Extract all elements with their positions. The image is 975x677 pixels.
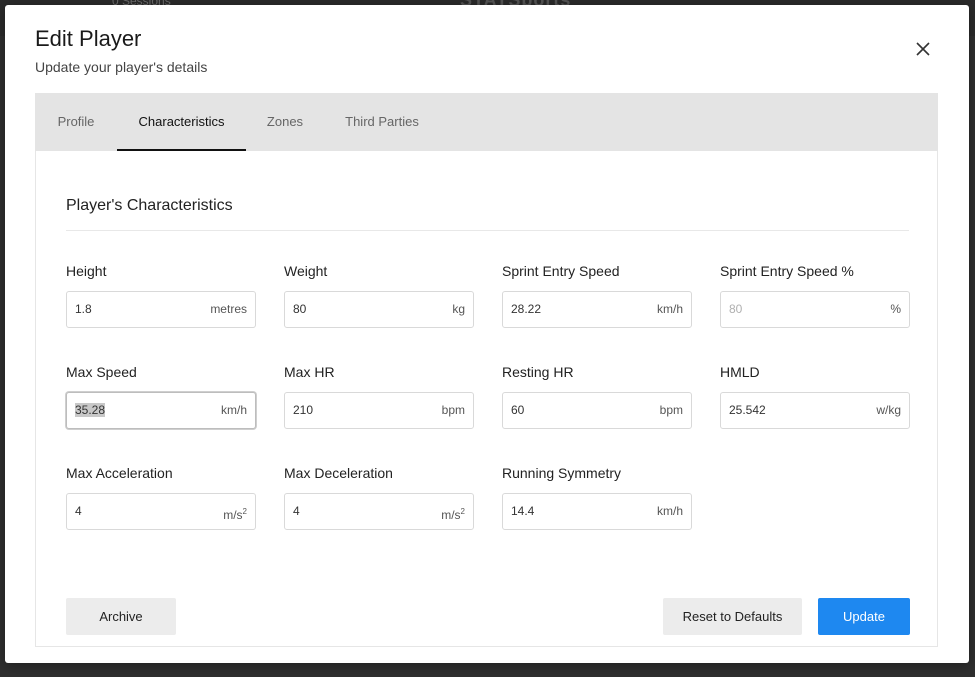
- sprint-entry-speed-label: Sprint Entry Speed: [502, 263, 620, 279]
- max-speed-input-box[interactable]: 35.28 km/h: [66, 392, 256, 429]
- max-acceleration-field: Max Acceleration 4 m/s2: [66, 465, 256, 530]
- resting-hr-input-box[interactable]: 60 bpm: [502, 392, 692, 429]
- edit-player-modal: Edit Player Update your player's details…: [5, 5, 969, 663]
- height-field: Height 1.8 metres: [66, 263, 256, 328]
- weight-input[interactable]: 80: [293, 292, 413, 327]
- max-acceleration-unit-exponent: 2: [242, 507, 247, 516]
- max-deceleration-label: Max Deceleration: [284, 465, 393, 481]
- max-deceleration-unit: m/s2: [441, 494, 465, 529]
- hmld-unit: w/kg: [876, 403, 901, 417]
- sprint-entry-speed-pct-label: Sprint Entry Speed %: [720, 263, 854, 279]
- weight-field: Weight 80 kg: [284, 263, 474, 328]
- tab-profile[interactable]: Profile: [45, 93, 107, 151]
- tab-bar: Profile Characteristics Zones Third Part…: [35, 93, 938, 151]
- sprint-entry-speed-pct-input[interactable]: 80: [729, 292, 849, 327]
- hmld-input[interactable]: 25.542: [729, 393, 849, 428]
- max-acceleration-label: Max Acceleration: [66, 465, 173, 481]
- height-label: Height: [66, 263, 107, 279]
- sprint-entry-speed-input[interactable]: 28.22: [511, 292, 631, 327]
- tab-characteristics[interactable]: Characteristics: [117, 93, 246, 151]
- hmld-input-box[interactable]: 25.542 w/kg: [720, 392, 910, 429]
- hmld-label: HMLD: [720, 364, 760, 380]
- section-divider: [66, 230, 909, 231]
- max-speed-selected-text: 35.28: [75, 403, 106, 417]
- max-deceleration-input[interactable]: 4: [293, 494, 413, 529]
- close-icon: [916, 42, 930, 56]
- max-speed-label: Max Speed: [66, 364, 137, 380]
- running-symmetry-field: Running Symmetry 14.4 km/h: [502, 465, 692, 530]
- resting-hr-input[interactable]: 60: [511, 393, 631, 428]
- tab-third-parties[interactable]: Third Parties: [334, 93, 430, 151]
- max-hr-input-box[interactable]: 210 bpm: [284, 392, 474, 429]
- weight-unit: kg: [452, 302, 465, 316]
- modal-subtitle: Update your player's details: [35, 59, 208, 75]
- running-symmetry-label: Running Symmetry: [502, 465, 622, 481]
- running-symmetry-input[interactable]: 14.4: [511, 494, 631, 529]
- max-deceleration-field: Max Deceleration 4 m/s2: [284, 465, 474, 530]
- height-input-box[interactable]: 1.8 metres: [66, 291, 256, 328]
- max-speed-field: Max Speed 35.28 km/h: [66, 364, 256, 429]
- max-hr-label: Max HR: [284, 364, 335, 380]
- weight-label: Weight: [284, 263, 328, 279]
- resting-hr-field: Resting HR 60 bpm: [502, 364, 692, 429]
- max-hr-field: Max HR 210 bpm: [284, 364, 474, 429]
- max-speed-unit: km/h: [220, 403, 247, 417]
- resting-hr-unit: bpm: [659, 403, 683, 417]
- sprint-entry-speed-input-box[interactable]: 28.22 km/h: [502, 291, 692, 328]
- tab-zones[interactable]: Zones: [256, 93, 314, 151]
- sprint-entry-speed-pct-field: Sprint Entry Speed % 80 %: [720, 263, 910, 328]
- max-hr-input[interactable]: 210: [293, 393, 413, 428]
- max-acceleration-unit: m/s2: [223, 494, 247, 529]
- sprint-entry-speed-unit: km/h: [656, 302, 683, 316]
- close-button[interactable]: [911, 37, 935, 61]
- characteristics-panel: Player's Characteristics Height 1.8 metr…: [35, 151, 938, 647]
- resting-hr-label: Resting HR: [502, 364, 574, 380]
- max-acceleration-unit-base: m/s: [223, 508, 243, 522]
- modal-title: Edit Player: [35, 26, 142, 51]
- max-speed-input[interactable]: 35.28: [75, 393, 195, 428]
- sprint-entry-speed-field: Sprint Entry Speed 28.22 km/h: [502, 263, 692, 328]
- height-input[interactable]: 1.8: [75, 292, 195, 327]
- update-button[interactable]: Update: [818, 598, 910, 635]
- sprint-entry-speed-pct-unit: %: [890, 302, 901, 316]
- running-symmetry-unit: km/h: [656, 504, 683, 518]
- max-acceleration-input[interactable]: 4: [75, 494, 195, 529]
- sprint-entry-speed-pct-input-box[interactable]: 80 %: [720, 291, 910, 328]
- archive-button[interactable]: Archive: [66, 598, 176, 635]
- max-deceleration-unit-base: m/s: [441, 508, 461, 522]
- max-hr-unit: bpm: [441, 403, 465, 417]
- max-deceleration-unit-exponent: 2: [460, 507, 465, 516]
- reset-to-defaults-button[interactable]: Reset to Defaults: [663, 598, 802, 635]
- weight-input-box[interactable]: 80 kg: [284, 291, 474, 328]
- max-deceleration-input-box[interactable]: 4 m/s2: [284, 493, 474, 530]
- hmld-field: HMLD 25.542 w/kg: [720, 364, 910, 429]
- height-unit: metres: [210, 302, 247, 316]
- running-symmetry-input-box[interactable]: 14.4 km/h: [502, 493, 692, 530]
- max-acceleration-input-box[interactable]: 4 m/s2: [66, 493, 256, 530]
- section-title: Player's Characteristics: [66, 197, 233, 214]
